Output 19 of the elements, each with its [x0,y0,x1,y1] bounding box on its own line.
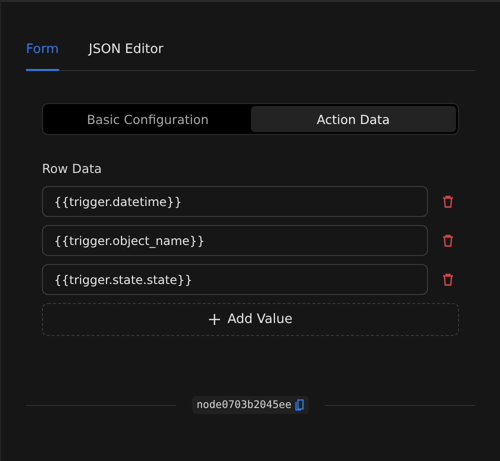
input-field[interactable]: {{trigger.datetime}} [42,186,428,217]
copy-button[interactable] [295,399,304,411]
plus-icon [208,314,220,325]
segment-button[interactable]: Basic Configuration [45,106,250,132]
copy-icon [295,399,304,411]
field-label: Row Data [42,161,103,176]
trash-icon [442,195,454,208]
tab[interactable]: JSON Editor [88,38,164,71]
add-value-button[interactable]: Add Value [42,303,459,336]
tab[interactable]: Form [26,38,59,71]
trash-icon [442,234,454,247]
trash-icon [442,273,454,286]
segment-button[interactable]: Action Data [250,106,456,132]
input-field[interactable]: {{trigger.state.state}} [42,264,428,295]
delete-button[interactable] [442,273,454,286]
input-field[interactable]: {{trigger.object_name}} [42,225,428,256]
delete-button[interactable] [442,234,454,247]
delete-button[interactable] [442,195,454,208]
node-id: node0703b2045ee [196,399,292,411]
